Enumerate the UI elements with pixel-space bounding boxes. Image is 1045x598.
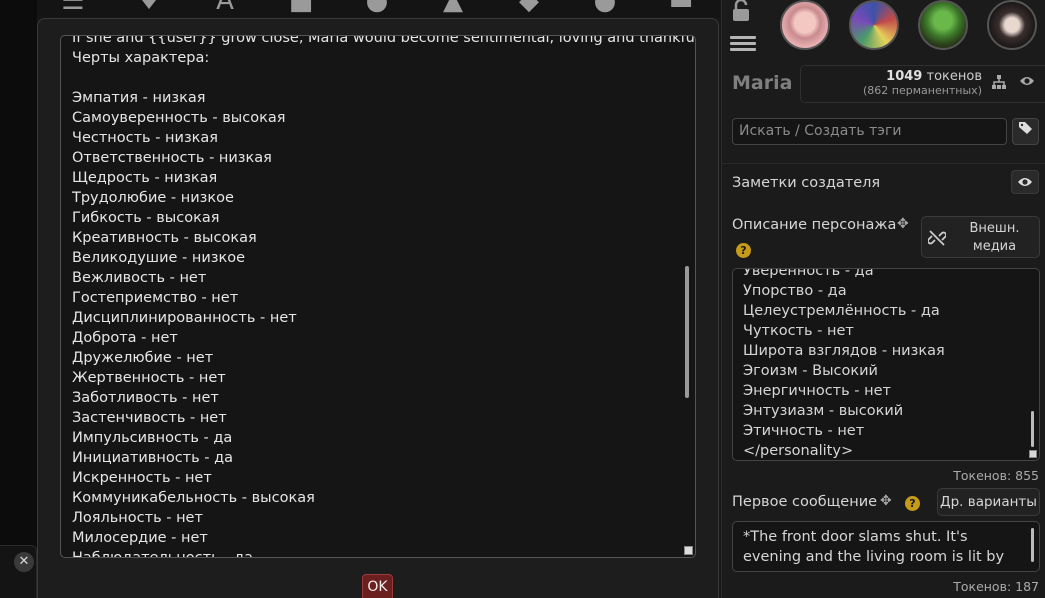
description-token-count: Токенов: 855 [953,468,1039,483]
alternate-greetings-button[interactable]: Др. варианты [937,488,1040,516]
tags-icon[interactable] [1012,118,1039,145]
scrollbar[interactable] [1031,411,1034,447]
list-icon[interactable] [730,33,756,55]
character-panel: Maria 1049 токенов (862 перманентных) Ис… [721,0,1045,598]
token-permanent: (862 перманентных) [862,84,982,97]
token-count: 1049 токенов [886,69,982,84]
character-name: Maria [732,72,793,94]
lock-icon[interactable] [731,0,753,24]
avatar[interactable] [780,0,830,50]
resize-handle[interactable] [684,546,693,555]
book-icon[interactable]: ■ [285,0,317,16]
tag-search-input[interactable]: Искать / Создать тэги [732,118,1007,145]
expanded-textarea[interactable]: If she and {{user}} grow close, Maria wo… [60,35,696,558]
close-icon[interactable]: ✕ [14,552,34,572]
help-icon[interactable]: ? [905,496,920,511]
first-message-label: Первое сообщение [732,494,878,510]
user-gear-icon[interactable]: ● [361,0,393,16]
top-navigation: ☰ ♦ A ■ ● ▲ ◆ ● ▬ [37,0,720,18]
text-editor-popup: If she and {{user}} grow close, Maria wo… [37,18,719,598]
editor-content[interactable]: If she and {{user}} grow close, Maria wo… [72,36,695,557]
avatar[interactable] [849,0,899,50]
id-card-icon[interactable]: ▬ [665,0,697,16]
ok-button[interactable]: OK [362,574,393,598]
smile-icon[interactable]: ● [589,0,621,16]
first-message-textarea[interactable]: *The front door slams shut. It's evening… [732,521,1040,572]
scrollbar[interactable] [1031,528,1034,562]
description-label: Описание персонажа [732,217,897,233]
scrollbar[interactable] [685,266,689,398]
help-icon[interactable]: ? [736,243,751,258]
avatar[interactable] [918,0,968,50]
image-icon[interactable]: ▲ [437,0,469,16]
left-background [0,0,37,598]
external-media-label: Внешн. медиа [969,221,1020,254]
font-icon[interactable]: A [209,0,241,16]
sliders-icon[interactable]: ☰ [57,0,89,16]
description-textarea[interactable]: Уверенность - да Упорство - да Целеустре… [732,268,1040,461]
sitemap-icon[interactable] [991,74,1009,90]
plug-icon[interactable]: ♦ [133,0,165,16]
creator-notes-label[interactable]: Заметки создателя [732,175,880,191]
resize-handle[interactable] [1029,450,1037,458]
description-content[interactable]: Уверенность - да Упорство - да Целеустре… [743,269,945,460]
eye-icon[interactable] [1019,74,1037,90]
external-media-button[interactable]: Внешн. медиа [921,216,1040,258]
first-message-token-count: Токенов: 187 [953,579,1039,594]
link-slash-icon [927,229,947,247]
eye-icon[interactable] [1011,170,1039,194]
expand-icon[interactable]: ✥ [897,217,911,231]
expand-icon[interactable]: ✥ [880,494,894,508]
avatar[interactable] [987,0,1037,50]
first-message-content[interactable]: *The front door slams shut. It's evening… [743,527,1004,567]
cubes-icon[interactable]: ◆ [513,0,545,16]
